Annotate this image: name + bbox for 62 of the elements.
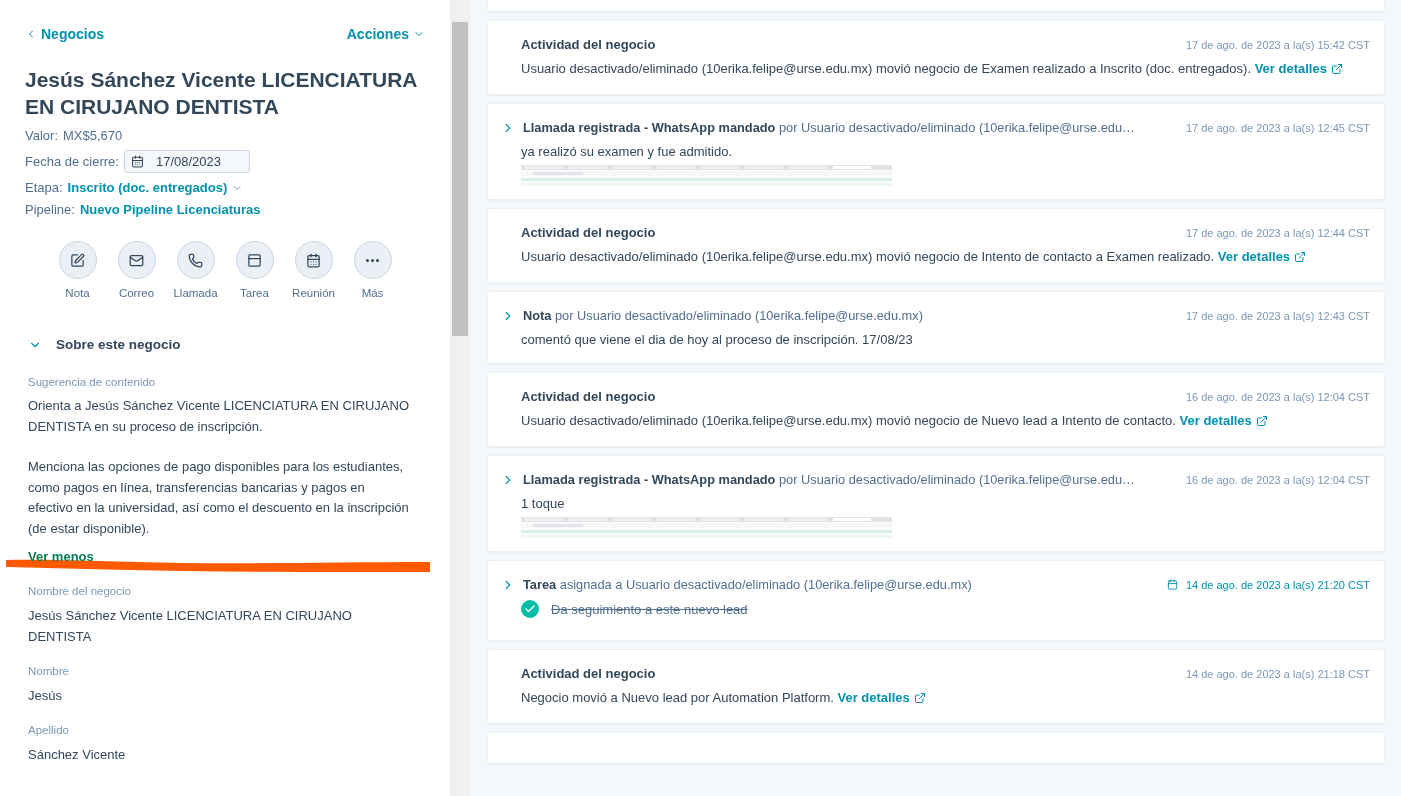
back-link[interactable]: Negocios [25,26,104,42]
field-value: Jesús Sánchez Vicente LICENCIATURA EN CIRUJANO DENTISTA [28,607,353,646]
card-title: Actividad del negocio [521,666,657,681]
card-title: Llamada registrada - WhatsApp mandado por Usuario desactivado/eliminado (10erika.felipe@urse.edu… [523,120,1136,135]
details-link[interactable]: Ver detalles [1254,57,1343,80]
note-text: 1 toque [521,495,566,513]
field-label: Sugerencia de contenido [28,376,157,388]
check-icon [524,603,536,615]
activity-text: Usuario desactivado/eliminado (10erika.felipe@urse.edu.mx) movió negocio de Nuevo lead a Intento de contacto. [521,413,1176,428]
note-icon [70,252,85,268]
card-title: Actividad del negocio [521,225,657,240]
card-title: Actividad del negocio [521,389,657,404]
field-label: Fecha de cierre: [25,154,119,169]
date-field[interactable]: 17/08/2023 [123,150,250,173]
timestamp: 14 de ago. de 2023 a la(s) 21:18 CST [1185,667,1370,680]
timestamp: 16 de ago. de 2023 a la(s) 12:04 CST [1185,473,1370,486]
suggestion-text: Menciona las opciones de pago disponibles para los estudiantes, como pagos en línea, transferencias bancarias y pagos en efectivo en la universidad, así como el descuento en la inscripción (de estar disponible). [28,458,410,538]
field-label: Pipeline: [25,202,75,217]
field-label: Nombre del negocio [28,585,132,597]
call-icon [188,252,203,268]
deal-title: Jesús Sánchez Vicente LICENCIATURA EN CIRUJANO DENTISTA [25,67,418,120]
complete-checkbox[interactable] [521,600,539,618]
task-text: Da seguimiento a este nuevo lead [551,601,748,617]
field-value: Jesús [28,687,63,705]
card-title: Actividad del negocio [521,37,657,52]
activity-text: Negocio movió a Nuevo lead por Automation Platform. [521,690,834,705]
field-label: Nombre [28,665,70,677]
field-value: Sánchez Vicente [28,746,127,764]
field-label: Valor: [25,128,58,143]
pipeline-link[interactable]: Nuevo Pipeline Licenciaturas [79,202,261,217]
details-link[interactable]: Ver detalles [837,686,926,709]
timestamp: 17 de ago. de 2023 a la(s) 12:43 CST [1185,309,1370,322]
note-text: comentó que viene el dia de hoy al proceso de inscripción. 17/08/23 [521,331,914,349]
field-label: Etapa: [25,180,63,195]
note-text: ya realizó su examen y fue admitido. [521,143,733,161]
due-date: 14 de ago. de 2023 a la(s) 21:20 CST [1185,578,1370,591]
field-label: Apellido [28,724,70,736]
activity-text: Usuario desactivado/eliminado (10erika.felipe@urse.edu.mx) movió negocio de Intento de contacto a Examen realizado. [521,249,1215,264]
scrollbar-thumb[interactable] [452,22,468,336]
stage-dropdown[interactable]: Inscrito (doc. entregados) [67,180,244,195]
details-link[interactable]: Ver detalles [1179,409,1268,432]
more-icon [366,258,379,262]
timestamp: 16 de ago. de 2023 a la(s) 12:04 CST [1185,390,1370,403]
calendar-icon [130,155,144,168]
card-title: Nota por Usuario desactivado/eliminado (10erika.felipe@urse.edu.mx) [523,308,924,323]
external-link-icon [913,691,926,704]
timestamp: 17 de ago. de 2023 a la(s) 12:44 CST [1185,226,1370,239]
actions-menu[interactable]: Acciones [346,26,425,42]
email-icon [129,252,144,268]
calendar-icon [1166,579,1178,590]
external-link-icon [1330,62,1343,75]
card-title: Tarea asignada a Usuario desactivado/eliminado (10erika.felipe@urse.edu.mx) [523,577,973,592]
section-toggle[interactable]: Sobre este negocio [28,337,181,352]
timestamp: 17 de ago. de 2023 a la(s) 15:42 CST [1185,38,1370,51]
timestamp: 17 de ago. de 2023 a la(s) 12:45 CST [1185,121,1370,134]
external-link-icon [1294,250,1307,263]
external-link-icon [1255,414,1268,427]
details-link[interactable]: Ver detalles [1217,245,1307,268]
activity-text: Usuario desactivado/eliminado (10erika.felipe@urse.edu.mx) movió negocio de Examen realizado a Inscrito (doc. entregados). [521,61,1252,76]
deal-value: MX$5,670 [63,128,123,143]
suggestion-text: Orienta a Jesús Sánchez Vicente LICENCIATURA EN CIRUJANO DENTISTA en su proceso de inscripción. [28,397,410,436]
card-title: Llamada registrada - WhatsApp mandado por Usuario desactivado/eliminado (10erika.felipe@urse.edu… [523,472,1136,487]
